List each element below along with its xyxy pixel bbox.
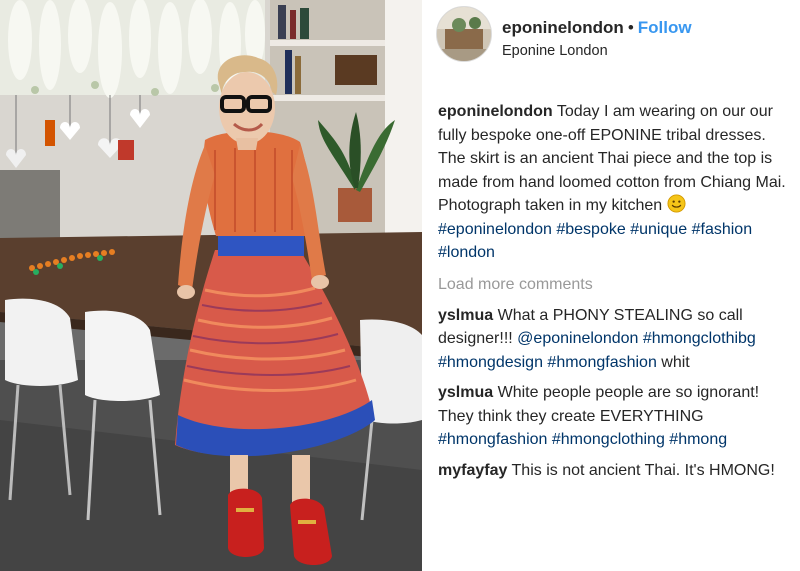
avatar[interactable] — [436, 6, 492, 62]
separator-dot: • — [627, 18, 634, 37]
hashtag-link[interactable]: #hmongdesign — [438, 354, 543, 371]
hashtag-link[interactable]: #hmongclothibg — [643, 330, 756, 347]
comment-item: yslmua What a PHONY STEALING so call des… — [438, 304, 792, 375]
mention-link[interactable]: @eponinelondon — [517, 330, 638, 347]
post-photo[interactable] — [0, 0, 422, 571]
comment-username-link[interactable]: myfayfay — [438, 462, 507, 479]
hashtag-link[interactable]: #hmong — [669, 431, 727, 448]
comment-item: yslmua White people people are so ignora… — [438, 381, 792, 452]
hashtag-link[interactable]: #london — [438, 244, 495, 261]
kitchen-photo-illustration — [0, 0, 422, 571]
follow-button[interactable]: Follow — [638, 18, 692, 37]
hashtag-link[interactable]: #eponinelondon — [438, 221, 552, 238]
hashtag-link[interactable]: #hmongfashion — [547, 354, 656, 371]
comment-trailing-text: whit — [661, 353, 690, 371]
comment-username-link[interactable]: yslmua — [438, 307, 493, 324]
caption-username-link[interactable]: eponinelondon — [438, 103, 553, 120]
post-panel: eponinelondon • Follow Eponine London epon… — [422, 0, 800, 571]
comment-username-link[interactable]: yslmua — [438, 384, 493, 401]
location-link[interactable]: Eponine London — [502, 43, 608, 59]
header-user-line: eponinelondon • Follow — [502, 18, 692, 38]
comment-text: This is not ancient Thai. It's HMONG! — [511, 461, 775, 479]
hashtag-link[interactable]: #fashion — [692, 221, 753, 238]
hashtag-link[interactable]: #hmongfashion — [438, 431, 547, 448]
hashtag-link[interactable]: #bespoke — [556, 221, 625, 238]
post-header: eponinelondon • Follow Eponine London — [436, 6, 790, 62]
hashtag-link[interactable]: #unique — [630, 221, 687, 238]
smiling-face-emoji-icon — [667, 194, 686, 213]
comments-section: eponinelondon Today I am wearing on our … — [438, 100, 792, 482]
avatar-image — [437, 7, 491, 61]
caption: eponinelondon Today I am wearing on our … — [438, 100, 792, 265]
load-more-comments-link[interactable]: Load more comments — [438, 276, 792, 294]
instagram-post: eponinelondon • Follow Eponine London epon… — [0, 0, 800, 571]
hashtag-link[interactable]: #hmongclothing — [552, 431, 665, 448]
comment-item: myfayfay This is not ancient Thai. It's … — [438, 459, 792, 483]
header-username-link[interactable]: eponinelondon — [502, 18, 624, 37]
